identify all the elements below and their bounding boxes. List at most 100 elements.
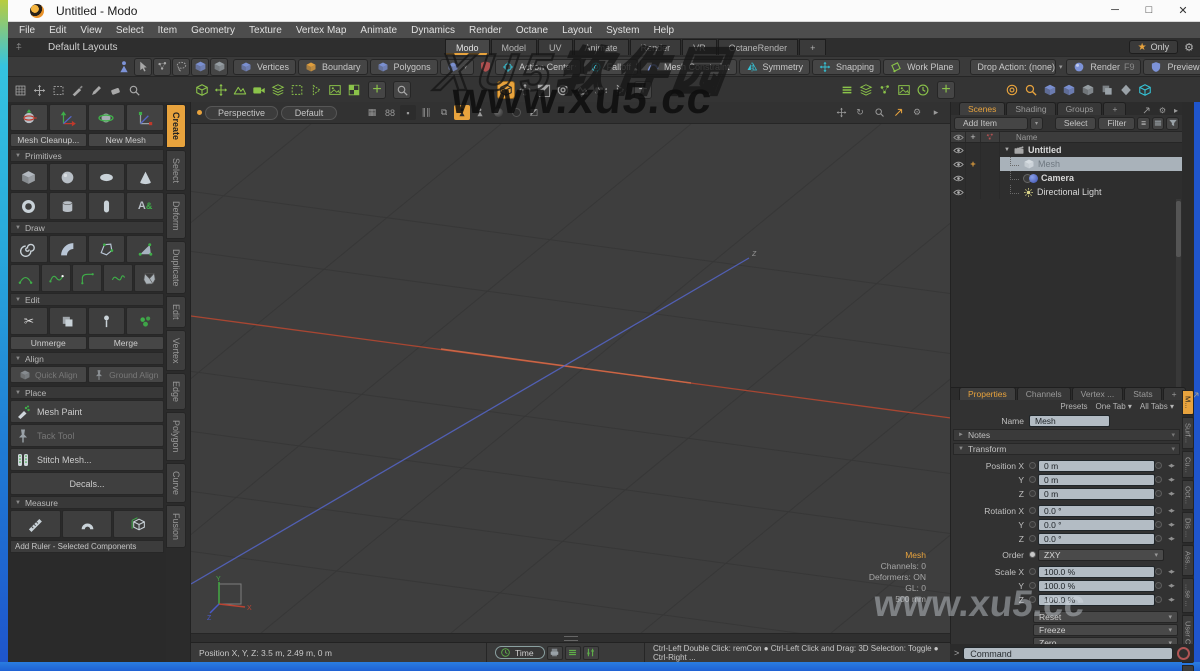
channel-knob[interactable]	[1029, 535, 1036, 542]
maximize-viewport-icon[interactable]	[890, 105, 906, 120]
dimension-tool-icon[interactable]	[113, 510, 164, 538]
tab-modo[interactable]: Modo	[445, 39, 490, 55]
item-row-directional-light[interactable]: Directional Light	[951, 185, 1182, 199]
clock-icon[interactable]	[914, 81, 932, 99]
cylinder-primitive-icon[interactable]	[49, 192, 87, 220]
add-item-button[interactable]: Add Item	[954, 117, 1028, 130]
drop-action-dropdown[interactable]: Drop Action: (none) ▾	[970, 59, 1056, 75]
pin-tool-icon[interactable]	[88, 307, 126, 335]
spinner-control[interactable]: ◀▶	[1164, 597, 1178, 603]
section-place[interactable]: ▼Place	[10, 386, 164, 399]
tab-model[interactable]: Model	[491, 39, 538, 55]
shading-style-dropdown[interactable]: Default	[281, 106, 337, 120]
tab-edge[interactable]: Edge	[166, 373, 186, 410]
menu-texture[interactable]: Texture	[242, 25, 289, 36]
work-plane-button[interactable]: Work Plane	[883, 59, 960, 75]
half-shade-icon[interactable]: ◩	[526, 105, 542, 120]
section-edit[interactable]: ▼Edit	[10, 293, 164, 306]
sketch-curve-tool-icon[interactable]	[41, 264, 71, 292]
cube-ghost-icon[interactable]	[210, 58, 228, 76]
channel-knob[interactable]	[1029, 490, 1036, 497]
shade-triangle-icon[interactable]: ◩	[535, 81, 553, 99]
position-x-field[interactable]: 0 m	[1038, 460, 1155, 472]
dither-icon[interactable]: ▦	[364, 105, 380, 120]
add-ruler-bar[interactable]: Add Ruler - Selected Components	[10, 540, 164, 553]
ellipsoid-primitive-icon[interactable]	[88, 163, 126, 191]
presets-label[interactable]: Presets	[1060, 402, 1087, 411]
menu-select[interactable]: Select	[109, 25, 151, 36]
only-toggle[interactable]: ★ Only	[1129, 40, 1178, 54]
channel-knob[interactable]	[1029, 568, 1036, 575]
transform-gizmo-tool-icon[interactable]	[10, 104, 48, 131]
pick-shield-icon[interactable]	[476, 58, 494, 76]
filter-funnel-icon[interactable]	[1166, 117, 1179, 130]
tab-polygon[interactable]: Polygon	[166, 412, 186, 461]
freeze-button[interactable]: Freeze▾	[1033, 624, 1178, 636]
cluster-tool-icon[interactable]	[126, 307, 164, 335]
menu-view[interactable]: View	[73, 25, 109, 36]
pin-plus-icon[interactable]: +	[966, 157, 981, 171]
list-view-icon[interactable]	[1152, 117, 1165, 130]
tab-channels[interactable]: Channels	[1017, 387, 1071, 400]
add-icon[interactable]: +	[937, 81, 955, 99]
viewport-env-icon[interactable]	[231, 81, 249, 99]
action-center-button[interactable]: Action Center	[495, 59, 581, 75]
item-list-empty-area[interactable]	[951, 199, 1182, 387]
triangle-points-tool-icon[interactable]	[126, 235, 164, 263]
layer-stack-icon[interactable]	[857, 81, 875, 99]
camera-icon[interactable]	[592, 81, 610, 99]
vtab-displace[interactable]: Dis ...	[1182, 512, 1194, 543]
mesh-pair-icon[interactable]	[1079, 81, 1097, 99]
viewport-play-selection-icon[interactable]	[307, 81, 325, 99]
filter-button[interactable]: Filter	[1098, 117, 1135, 130]
minimize-button[interactable]: ─	[1098, 4, 1132, 17]
tab-create[interactable]: Create	[166, 104, 186, 148]
eye-icon[interactable]	[951, 157, 966, 171]
ghost-mode-cube-icon[interactable]	[497, 81, 515, 99]
viewport-canvas[interactable]: z Y X Z Mesh Channels: 0 Deformers: ON G…	[191, 124, 950, 633]
tab-add[interactable]: +	[799, 39, 826, 55]
camera-view-dropdown[interactable]: Perspective	[205, 106, 278, 120]
rotation-z-field[interactable]: 0.0 °	[1038, 533, 1155, 545]
viewport-camera-icon[interactable]	[250, 81, 268, 99]
section-draw[interactable]: ▼Draw	[10, 221, 164, 234]
position-z-field[interactable]: 0 m	[1038, 488, 1155, 500]
channel-knob[interactable]	[1029, 521, 1036, 528]
channel-knob[interactable]	[1029, 476, 1036, 483]
spiral-tool-icon[interactable]	[10, 235, 48, 263]
tab-render[interactable]: Render	[630, 39, 682, 55]
play-selection-icon[interactable]	[611, 81, 629, 99]
tab-vertex[interactable]: Vertex ...	[1072, 387, 1124, 400]
spinner-control[interactable]: ◀▶	[1164, 477, 1178, 483]
reset-button[interactable]: Reset▾	[1033, 611, 1178, 623]
spinner-control[interactable]: ◀▶	[1164, 508, 1178, 514]
vtab-assembly[interactable]: Ass...	[1182, 545, 1194, 576]
tab-stats[interactable]: Stats	[1124, 387, 1161, 400]
magnifier-orange-icon[interactable]	[1022, 81, 1040, 99]
export-cube-icon[interactable]	[1136, 81, 1154, 99]
tab-groups[interactable]: Groups	[1057, 102, 1103, 115]
sphere-primitive-icon[interactable]	[49, 163, 87, 191]
sliders-icon[interactable]	[583, 646, 599, 660]
select-button[interactable]: Select	[1055, 117, 1097, 130]
channel-knob[interactable]	[1155, 568, 1162, 575]
falloff-button[interactable]: Falloff	[583, 59, 638, 75]
marquee-icon[interactable]	[49, 81, 67, 99]
new-mesh-button[interactable]: New Mesh	[88, 133, 165, 147]
ground-align-button[interactable]: Ground Align	[88, 366, 165, 383]
tab-animate[interactable]: Animate	[574, 39, 629, 55]
mesh-paint-tool[interactable]: Mesh Paint	[10, 400, 164, 423]
point-pair-icon[interactable]	[876, 81, 894, 99]
gear-icon[interactable]: ⚙	[909, 105, 925, 120]
preview-button[interactable]: Preview	[1143, 59, 1200, 75]
actor-icon[interactable]	[115, 58, 133, 76]
vtab-curves[interactable]: Cu...	[1182, 451, 1194, 479]
bars-icon[interactable]	[565, 646, 581, 660]
scale-x-field[interactable]: 100.0 %	[1038, 566, 1155, 578]
viewport-splitter[interactable]	[191, 633, 950, 642]
item-row-untitled[interactable]: ▼ Untitled	[951, 143, 1182, 157]
channel-knob[interactable]	[1029, 582, 1036, 589]
notes-section-header[interactable]: ► Notes ▾	[953, 429, 1180, 441]
vtab-mesh[interactable]: M...	[1182, 390, 1194, 415]
channel-knob[interactable]	[1155, 596, 1162, 603]
